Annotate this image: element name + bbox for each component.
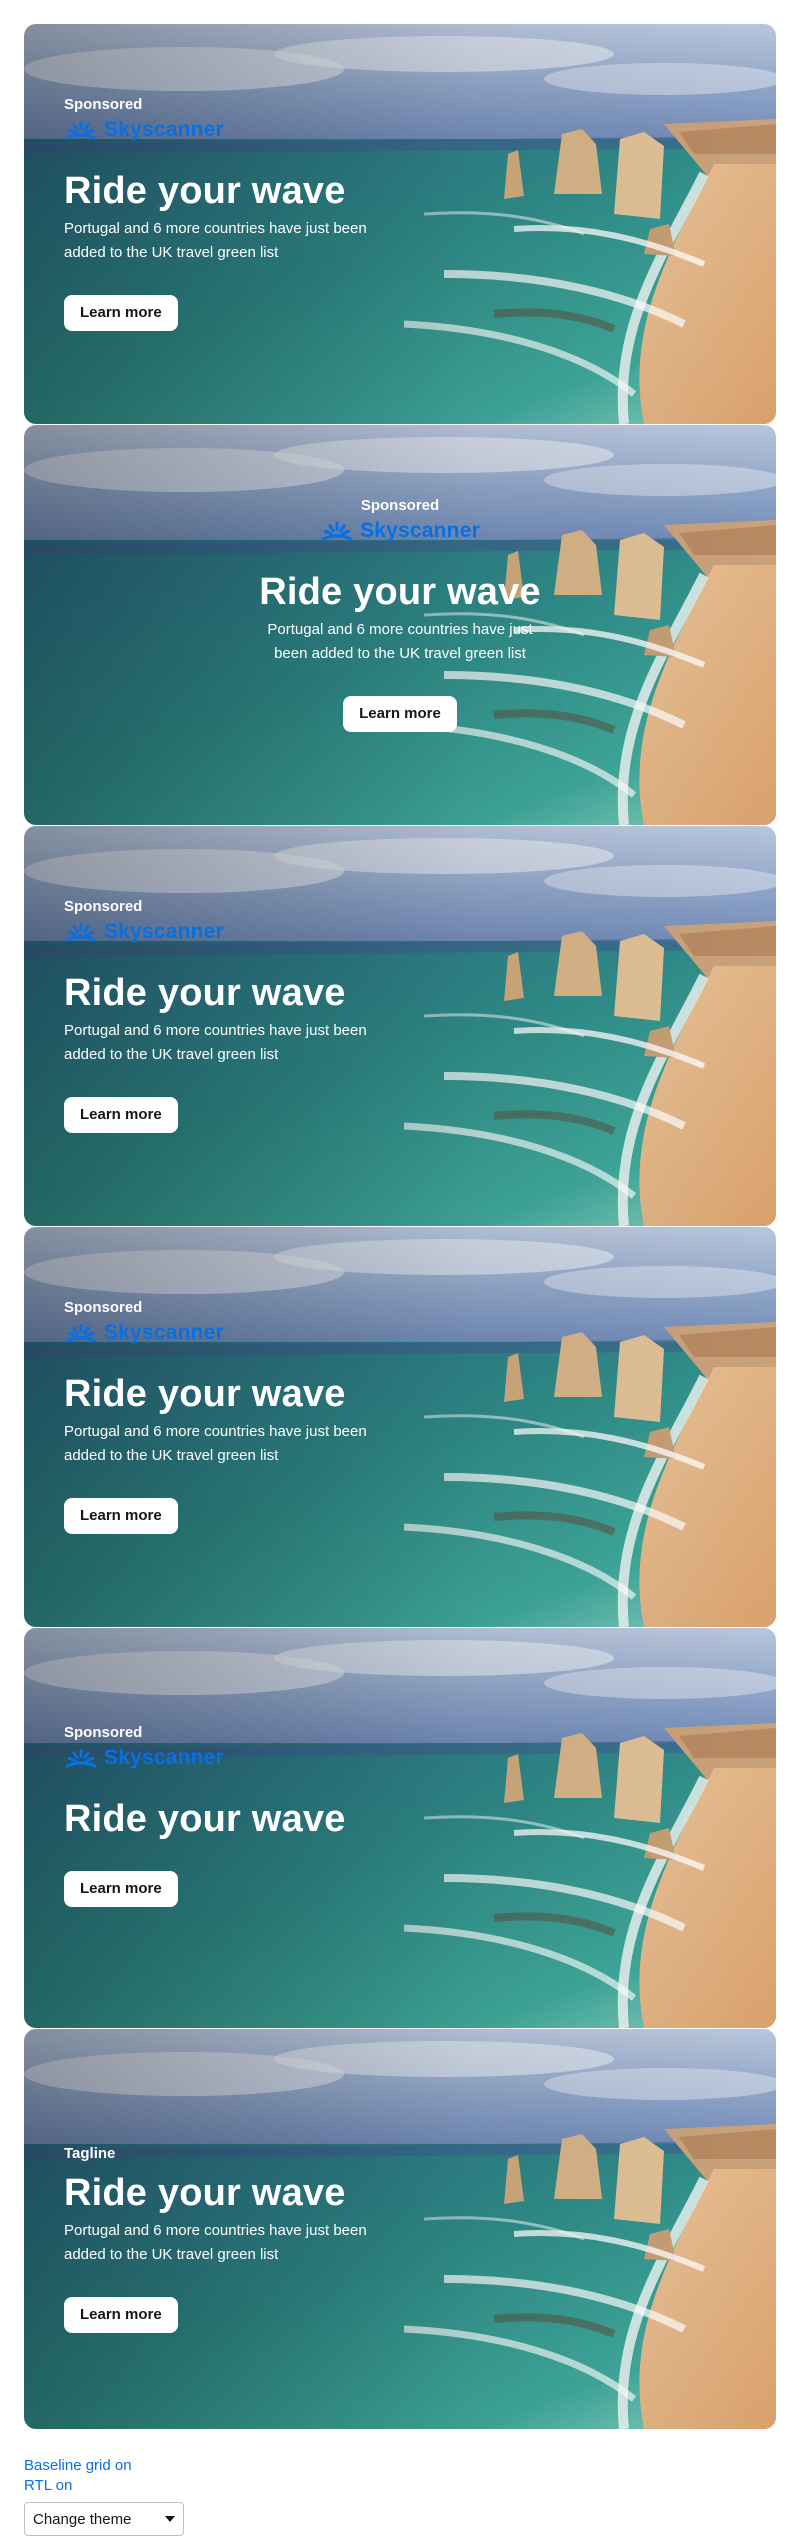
ad-tag-label: Sponsored [64,898,143,915]
skyscanner-wordmark: Skyscanner [104,920,224,943]
ad-tag-label: Sponsored [64,1299,143,1316]
ad-headline: Ride your wave [64,1798,346,1840]
ad-description: Portugal and 6 more countries have just … [267,621,533,662]
skyscanner-wordmark: Skyscanner [104,1746,224,1769]
footer-controls: Baseline grid on RTL on Change theme [24,2456,184,2536]
learn-more-button[interactable]: Learn more [64,295,178,331]
ad-description: Portugal and 6 more countries have just … [64,220,367,261]
learn-more-button[interactable]: Learn more [343,696,457,732]
rtl-toggle-link[interactable]: RTL on [24,2476,184,2496]
sponsored-ad-card: Sponsored Skyscanner Ride your wave Port… [24,425,776,825]
ad-headline: Ride your wave [259,571,541,613]
ad-content: Sponsored Skyscanner Ride your wave Port… [64,898,394,1133]
ad-card-list: Sponsored Skyscanner Ride your wave Port… [24,24,776,2429]
ad-tag-label: Sponsored [360,497,440,514]
sponsored-ad-card: Sponsored Skyscanner Ride your wave Port… [24,826,776,1226]
learn-more-button[interactable]: Learn more [64,1498,178,1534]
ad-tag-label: Sponsored [64,1724,143,1741]
skyscanner-sunrise-icon [66,1324,96,1343]
baseline-grid-toggle-link[interactable]: Baseline grid on [24,2456,184,2476]
ad-content: Tagline Ride your wave Portugal and 6 mo… [64,2145,394,2333]
ad-headline: Ride your wave [64,1373,346,1415]
ad-headline: Ride your wave [64,2172,346,2214]
ad-content: Sponsored Skyscanner Ride your wave Port… [24,497,776,732]
skyscanner-logo: Skyscanner [24,518,776,544]
sponsored-ad-card: Sponsored Skyscanner Ride your wave Lear… [24,1628,776,2028]
ad-headline: Ride your wave [64,170,346,212]
skyscanner-sunrise-icon [66,1749,96,1768]
sponsored-ad-card: Tagline Ride your wave Portugal and 6 mo… [24,2029,776,2429]
sponsored-ad-card: Sponsored Skyscanner Ride your wave Port… [24,24,776,424]
ad-content: Sponsored Skyscanner Ride your wave Port… [64,1299,394,1534]
ad-content: Sponsored Skyscanner Ride your wave Port… [64,96,394,331]
skyscanner-logo: Skyscanner [64,1745,394,1771]
skyscanner-wordmark: Skyscanner [104,118,224,141]
ad-description: Portugal and 6 more countries have just … [64,1022,367,1063]
ad-headline: Ride your wave [64,972,346,1014]
learn-more-button[interactable]: Learn more [64,2297,178,2333]
learn-more-button[interactable]: Learn more [64,1097,178,1133]
skyscanner-wordmark: Skyscanner [104,1321,224,1344]
ad-content: Sponsored Skyscanner Ride your wave Lear… [64,1724,394,1907]
learn-more-button[interactable]: Learn more [64,1871,178,1907]
skyscanner-logo: Skyscanner [64,117,394,143]
skyscanner-sunrise-icon [66,121,96,140]
skyscanner-logo: Skyscanner [64,919,394,945]
change-theme-select[interactable]: Change theme [24,2502,184,2536]
ad-tag-label: Sponsored [64,96,143,113]
skyscanner-sunrise-icon [66,923,96,942]
skyscanner-logo: Skyscanner [64,1320,394,1346]
ad-tag-label: Tagline [64,2145,116,2162]
change-theme-label: Change theme [33,2510,132,2528]
sponsored-ad-card: Sponsored Skyscanner Ride your wave Port… [24,1227,776,1627]
ad-description: Portugal and 6 more countries have just … [64,1423,367,1464]
chevron-down-icon [165,2516,175,2522]
skyscanner-sunrise-icon [322,522,353,541]
ad-description: Portugal and 6 more countries have just … [64,2222,367,2263]
skyscanner-wordmark: Skyscanner [360,519,480,542]
